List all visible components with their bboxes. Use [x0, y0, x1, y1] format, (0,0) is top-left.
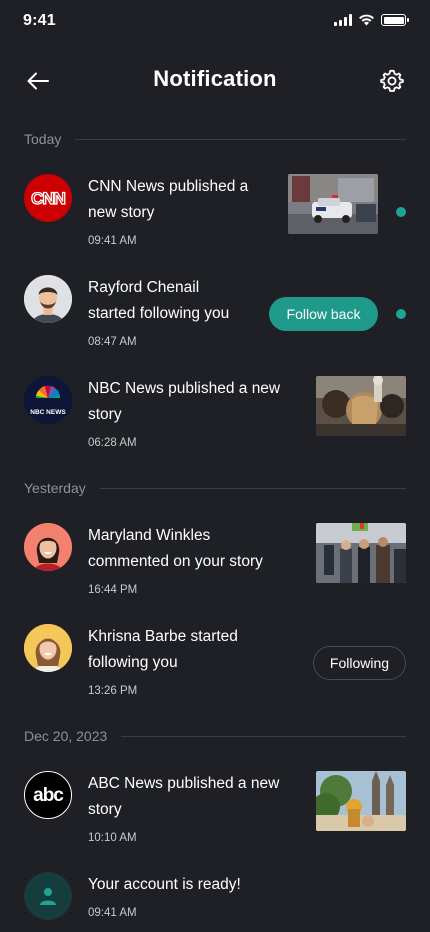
user-avatar[interactable]: [24, 275, 72, 323]
divider: [75, 138, 406, 140]
settings-button[interactable]: [376, 66, 408, 96]
section-today: Today: [24, 129, 406, 149]
wifi-icon: [359, 14, 374, 26]
nbc-logo-text: NBC NEWS: [30, 409, 66, 416]
story-thumbnail[interactable]: [316, 523, 406, 583]
notification-item-abc[interactable]: abc ABC News published a new story 10:10…: [24, 769, 406, 849]
notification-time: 16:44 PM: [88, 584, 138, 596]
svg-text:CNN: CNN: [31, 189, 66, 208]
battery-icon: [381, 14, 409, 26]
divider: [99, 487, 406, 489]
follow-back-button[interactable]: Follow back: [269, 297, 378, 331]
notification-text: Your account is ready!: [88, 876, 241, 893]
unread-indicator: [396, 207, 406, 217]
section-yesterday: Yesterday: [24, 478, 406, 498]
unread-indicator: [396, 309, 406, 319]
notification-text: ABC News published a new story: [88, 775, 280, 818]
status-bar: 9:41: [0, 0, 430, 44]
section-label: Dec 20, 2023: [24, 728, 108, 744]
notification-text: Rayford Chenail started following you: [88, 279, 230, 322]
notification-time: 09:41 AM: [88, 235, 137, 247]
divider: [121, 735, 406, 737]
svg-text:abc: abc: [33, 785, 64, 806]
notification-text: Khrisna Barbe started following you: [88, 628, 238, 671]
notification-item-follow[interactable]: Rayford Chenail started following you 08…: [24, 273, 406, 353]
notification-time: 09:41 AM: [88, 907, 137, 919]
notification-text: Maryland Winkles commented on your story: [88, 527, 263, 570]
notification-item-nbc[interactable]: NBC NEWS NBC News published a new story …: [24, 374, 406, 454]
section-label: Yesterday: [24, 480, 86, 496]
gear-icon: [380, 69, 404, 92]
notification-time: 06:28 AM: [88, 437, 137, 449]
notification-text: NBC News published a new story: [88, 380, 281, 423]
notification-time: 13:26 PM: [88, 685, 138, 697]
story-thumbnail[interactable]: [316, 771, 406, 831]
notification-time: 08:47 AM: [88, 336, 137, 348]
abc-logo: abc: [24, 771, 72, 819]
notification-item-comment[interactable]: Maryland Winkles commented on your story…: [24, 521, 406, 601]
story-thumbnail[interactable]: [316, 376, 406, 436]
signal-icon: [334, 14, 352, 26]
following-button[interactable]: Following: [313, 646, 406, 680]
cnn-logo: CNN: [24, 174, 72, 222]
notification-item-following[interactable]: Khrisna Barbe started following you 13:2…: [24, 622, 406, 702]
header: Notification: [0, 56, 430, 106]
user-avatar[interactable]: [24, 523, 72, 571]
notification-text: CNN News published a new story: [88, 178, 249, 221]
story-thumbnail[interactable]: [288, 174, 378, 234]
user-avatar[interactable]: [24, 624, 72, 672]
page-title: Notification: [153, 66, 277, 91]
nbc-logo: NBC NEWS: [24, 376, 72, 424]
notification-item-account[interactable]: Your account is ready! 09:41 AM: [24, 870, 406, 932]
section-label: Today: [24, 131, 62, 147]
status-time: 9:41: [23, 12, 56, 29]
notification-time: 10:10 AM: [88, 832, 137, 844]
status-icons: [334, 14, 409, 26]
section-dec-20-2023: Dec 20, 2023: [24, 726, 406, 746]
user-icon: [24, 872, 72, 920]
notification-item-cnn[interactable]: CNN CNN News published a new story 09:41…: [24, 172, 406, 252]
